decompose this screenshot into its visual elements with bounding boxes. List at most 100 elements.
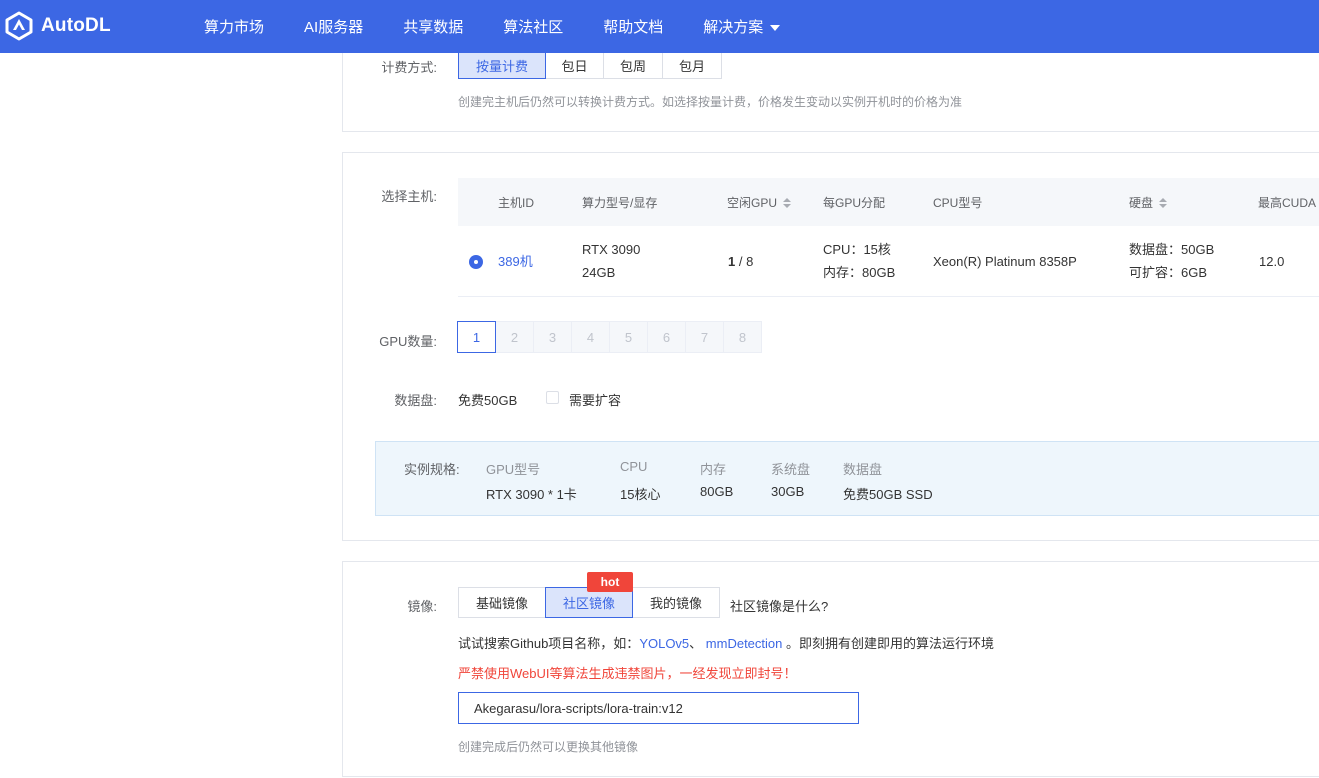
gpu-count-option-5[interactable]: 5 xyxy=(609,321,648,353)
billing-label: 计费方式: xyxy=(381,60,437,75)
option-label: 4 xyxy=(586,329,595,345)
option-label: 包日 xyxy=(561,58,588,74)
option-label: 3 xyxy=(548,329,557,345)
gpu-memory: 24GB xyxy=(582,265,616,280)
billing-option-pay-as-you-go[interactable]: 按量计费 xyxy=(458,51,546,79)
column-label: 空闲GPU xyxy=(727,196,778,210)
what-is-community-image-link[interactable]: 社区镜像是什么? xyxy=(730,596,828,615)
billing-options: 按量计费 包日 包周 包月 xyxy=(458,51,722,79)
sort-icon[interactable] xyxy=(1159,197,1168,208)
spec-value-cpu: 15核心 xyxy=(620,487,661,502)
column-per-gpu: 每GPU分配 xyxy=(823,194,885,211)
column-label: 硬盘 xyxy=(1129,196,1154,210)
host-model: RTX 3090 24GB xyxy=(582,238,640,284)
billing-option-monthly[interactable]: 包月 xyxy=(662,51,722,79)
tab-label: 我的镜像 xyxy=(649,596,702,611)
gpu-count-option-3[interactable]: 3 xyxy=(533,321,572,353)
example-yolov5-link[interactable]: YOLOv5 xyxy=(639,636,689,651)
spec-header-data-disk: 数据盘 xyxy=(843,462,883,477)
nav-item-algorithm-community[interactable]: 算法社区 xyxy=(503,16,563,37)
spec-header-cpu: CPU xyxy=(620,459,648,474)
gpu-count-selector: 1 2 3 4 5 6 7 8 xyxy=(457,321,762,353)
gpu-count-option-6[interactable]: 6 xyxy=(647,321,686,353)
expand-disk-label[interactable]: 需要扩容 xyxy=(569,390,621,409)
host-cuda: 12.0 xyxy=(1259,254,1285,269)
gpu-count-option-2[interactable]: 2 xyxy=(495,321,534,353)
spec-value-memory: 80GB xyxy=(700,484,734,499)
data-disk-value: 免费50GB xyxy=(458,393,518,408)
search-hint-separator: 、 xyxy=(689,636,706,651)
tab-label: 社区镜像 xyxy=(562,596,615,611)
gpu-count-option-4[interactable]: 4 xyxy=(571,321,610,353)
spec-header-memory: 内存 xyxy=(700,462,727,477)
total-gpu-count: / 8 xyxy=(735,254,754,269)
spec-value-gpu: RTX 3090 * 1卡 xyxy=(486,487,577,502)
column-free-gpu[interactable]: 空闲GPU xyxy=(727,194,792,211)
option-label: 6 xyxy=(662,329,671,345)
billing-option-weekly[interactable]: 包周 xyxy=(603,51,663,79)
host-id-link[interactable]: 389机 xyxy=(498,250,533,273)
spec-label: 实例规格: xyxy=(404,462,460,477)
spec-header-gpu: GPU型号 xyxy=(486,462,541,477)
billing-option-daily[interactable]: 包日 xyxy=(545,51,604,79)
disk-expandable: 可扩容：6GB xyxy=(1129,265,1208,280)
column-label: 主机ID xyxy=(498,196,535,210)
expand-disk-checkbox[interactable] xyxy=(546,391,559,404)
host-card: 选择主机: 主机ID 算力型号/显存 空闲GPU 每GPU分配 CPU型号 硬盘… xyxy=(342,152,1319,541)
column-disk[interactable]: 硬盘 xyxy=(1129,194,1168,211)
per-gpu-cpu: CPU：15核 xyxy=(823,242,891,257)
column-cuda: 最高CUDA xyxy=(1258,194,1316,211)
search-hint-suffix: 。即刻拥有创建即用的算法运行环境 xyxy=(782,636,994,651)
host-free-gpu: 1 / 8 xyxy=(728,250,753,273)
per-gpu-memory: 内存：80GB xyxy=(823,265,896,280)
nav-item-ai-server[interactable]: AI服务器 xyxy=(304,16,363,37)
nav-label: 算法社区 xyxy=(503,19,564,36)
option-label: 8 xyxy=(738,329,747,345)
image-card: 镜像: hot 基础镜像 社区镜像 我的镜像 社区镜像是什么? 试试搜索Gith… xyxy=(342,561,1319,777)
tab-base-image[interactable]: 基础镜像 xyxy=(458,587,546,618)
spec-value-system-disk: 30GB xyxy=(771,484,805,499)
search-hint: 试试搜索Github项目名称，如：YOLOv5、 mmDetection 。即刻… xyxy=(458,633,994,652)
disk-data: 数据盘：50GB xyxy=(1129,242,1215,257)
nav-item-compute-market[interactable]: 算力市场 xyxy=(204,16,264,37)
example-mmdetection-link[interactable]: mmDetection xyxy=(706,636,783,651)
logo[interactable]: AutoDL xyxy=(4,10,111,42)
nav-item-shared-data[interactable]: 共享数据 xyxy=(403,16,463,37)
spec-header-system-disk: 系统盘 xyxy=(771,462,811,477)
table-row[interactable]: 389机 RTX 3090 24GB 1 / 8 CPU：15核 内存：80GB… xyxy=(458,226,1319,297)
nav-label: 算力市场 xyxy=(204,19,265,36)
autodl-logo-icon xyxy=(5,11,33,41)
gpu-count-option-8[interactable]: 8 xyxy=(723,321,762,353)
nav-label: 共享数据 xyxy=(403,19,464,36)
nav-item-solutions[interactable]: 解决方案 xyxy=(703,16,781,37)
nav-label: AI服务器 xyxy=(304,19,364,36)
option-label: 1 xyxy=(472,329,481,345)
tab-label: 基础镜像 xyxy=(475,596,528,611)
host-label: 选择主机: xyxy=(381,189,437,204)
image-footer-hint: 创建完成后仍然可以更换其他镜像 xyxy=(458,740,639,754)
hot-badge: hot xyxy=(587,572,633,592)
main-nav: 算力市场 AI服务器 共享数据 算法社区 帮助文档 解决方案 xyxy=(204,0,820,53)
caret-down-icon xyxy=(770,24,781,31)
nav-item-help-docs[interactable]: 帮助文档 xyxy=(603,16,663,37)
host-radio-selected[interactable] xyxy=(469,255,483,269)
sort-icon[interactable] xyxy=(783,197,792,208)
option-label: 5 xyxy=(624,329,633,345)
top-navigation-bar: AutoDL 算力市场 AI服务器 共享数据 算法社区 帮助文档 解决方案 xyxy=(0,0,1319,53)
image-label: 镜像: xyxy=(407,599,437,614)
gpu-count-option-7[interactable]: 7 xyxy=(685,321,724,353)
gpu-count-option-1[interactable]: 1 xyxy=(457,321,496,353)
column-label: 每GPU分配 xyxy=(823,196,886,210)
column-label: 最高CUDA xyxy=(1258,196,1317,210)
option-label: 包月 xyxy=(678,58,705,74)
spec-value-data-disk: 免费50GB SSD xyxy=(843,487,933,502)
tab-my-image[interactable]: 我的镜像 xyxy=(632,587,720,618)
column-label: CPU型号 xyxy=(933,196,983,210)
host-cpu-model: Xeon(R) Platinum 8358P xyxy=(933,254,1077,269)
nav-label: 帮助文档 xyxy=(603,19,664,36)
option-label: 包周 xyxy=(619,58,646,74)
search-hint-prefix: 试试搜索Github项目名称，如： xyxy=(458,636,640,651)
image-search-input[interactable] xyxy=(458,692,859,724)
host-disk: 数据盘：50GB 可扩容：6GB xyxy=(1129,238,1214,284)
option-label: 按量计费 xyxy=(475,58,528,74)
